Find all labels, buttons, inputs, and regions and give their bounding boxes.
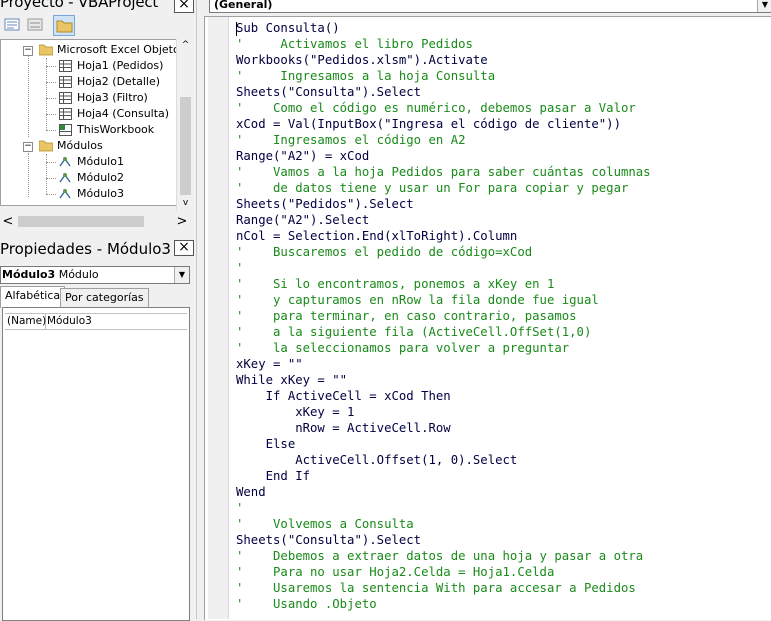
sheet-icon xyxy=(59,92,72,104)
scroll-down-icon[interactable]: v xyxy=(179,197,192,209)
code-line[interactable]: Range("A2") = xCod xyxy=(236,148,768,164)
code-line[interactable]: Sheets("Consulta").Select xyxy=(236,532,768,548)
properties-object-select[interactable]: Módulo3 Módulo ▼ xyxy=(0,266,190,284)
view-object-icon xyxy=(27,18,43,31)
property-value[interactable]: Módulo3 xyxy=(47,314,92,329)
object-combo[interactable]: (General) ▼ xyxy=(209,0,771,13)
code-comment-line[interactable]: ' para terminar, en caso contrario, pasa… xyxy=(236,308,768,324)
scroll-left-icon[interactable]: < xyxy=(2,213,14,230)
code-comment-line[interactable]: ' y capturamos en nRow la fila donde fue… xyxy=(236,292,768,308)
project-toolbar xyxy=(0,11,196,39)
sheet-icon xyxy=(59,60,72,72)
properties-close-button[interactable]: × xyxy=(174,240,194,256)
code-comment-line[interactable]: ' Usando .Objeto xyxy=(236,596,768,612)
code-line[interactable]: Sub Consulta() xyxy=(236,20,768,36)
folder-icon xyxy=(56,20,73,33)
code-comment-line[interactable]: ' Volvemos a Consulta xyxy=(236,516,768,532)
scroll-up-icon[interactable]: ^ xyxy=(179,39,192,51)
code-comment-line[interactable]: ' xyxy=(236,260,768,276)
code-line[interactable]: xCod = Val(InputBox("Ingresa el código d… xyxy=(236,116,768,132)
properties-pane-title: Propiedades - Módulo3 xyxy=(0,240,171,258)
code-comment-line[interactable]: ' xyxy=(236,500,768,516)
code-line[interactable]: Else xyxy=(236,436,768,452)
workbook-icon xyxy=(59,124,72,136)
code-line[interactable]: Sheets("Pedidos").Select xyxy=(236,196,768,212)
sheet-icon xyxy=(59,108,72,120)
code-comment-line[interactable]: ' Si lo encontramos, ponemos a xKey en 1 xyxy=(236,276,768,292)
code-comment-line[interactable]: ' Ingresamos el código en A2 xyxy=(236,132,768,148)
module-icon xyxy=(59,157,71,167)
code-line[interactable]: Wend xyxy=(236,484,768,500)
code-comment-line[interactable]: ' la seleccionamos para volver a pregunt… xyxy=(236,340,768,356)
tab-por-categorias[interactable]: Por categorías xyxy=(60,288,149,307)
expander-excel-objects[interactable]: − xyxy=(23,46,33,56)
property-name: (Name) xyxy=(7,314,47,329)
code-comment-line[interactable]: ' Vamos a la hoja Pedidos para saber cuá… xyxy=(236,164,768,180)
code-comment-line[interactable]: ' Ingresamos a la hoja Consulta xyxy=(236,68,768,84)
tree-vertical-scrollbar[interactable]: ^ v xyxy=(176,39,194,211)
tree-hscroll-thumb[interactable] xyxy=(18,216,144,227)
code-line[interactable]: If ActiveCell = xCod Then xyxy=(236,388,768,404)
code-line[interactable]: nRow = ActiveCell.Row xyxy=(236,420,768,436)
tab-alfabetica[interactable]: Alfabética xyxy=(0,286,66,308)
project-pane-title: Proyecto - VBAProject xyxy=(0,0,174,10)
code-line[interactable]: While xKey = "" xyxy=(236,372,768,388)
property-row-name[interactable]: (Name) Módulo3 xyxy=(5,313,187,330)
code-line[interactable]: Sheets("Consulta").Select xyxy=(236,84,768,100)
code-comment-line[interactable]: ' Activamos el libro Pedidos xyxy=(236,36,768,52)
view-object-button[interactable] xyxy=(25,15,45,34)
project-tree[interactable]: − Microsoft Excel Objetos Hoja1 (Pedidos… xyxy=(0,39,177,206)
code-comment-line[interactable]: ' Debemos a extraer datos de una hoja y … xyxy=(236,548,768,564)
module-icon xyxy=(59,173,71,183)
code-line[interactable]: nCol = Selection.End(xlToRight).Column xyxy=(236,228,768,244)
code-margin-indicator-bar[interactable] xyxy=(208,17,229,619)
view-code-icon xyxy=(4,18,20,31)
text-cursor xyxy=(236,22,237,36)
object-select-name: Módulo3 xyxy=(2,268,56,281)
sheet-icon xyxy=(59,76,72,88)
code-editor[interactable]: Sub Consulta() ' Activamos el libro Pedid… xyxy=(236,20,768,612)
view-code-button[interactable] xyxy=(2,15,22,34)
folder-icon xyxy=(39,44,53,56)
code-line[interactable]: xKey = "" xyxy=(236,356,768,372)
code-line[interactable]: xKey = 1 xyxy=(236,404,768,420)
properties-grid: (Name) Módulo3 xyxy=(2,307,190,621)
module-icon xyxy=(59,189,71,199)
scroll-right-icon[interactable]: > xyxy=(176,213,188,230)
code-line[interactable]: End If xyxy=(236,468,768,484)
chevron-down-icon[interactable]: ▼ xyxy=(757,0,771,12)
code-comment-line[interactable]: ' Para no usar Hoja2.Celda = Hoja1.Celda xyxy=(236,564,768,580)
chevron-down-icon[interactable]: ▼ xyxy=(174,267,189,283)
tree-vscroll-thumb[interactable] xyxy=(180,97,191,195)
folder-icon xyxy=(39,140,53,152)
object-select-type: Módulo xyxy=(58,268,99,281)
code-comment-line[interactable]: ' Buscaremos el pedido de código=xCod xyxy=(236,244,768,260)
tree-horizontal-scrollbar[interactable]: < > xyxy=(0,213,193,230)
code-line[interactable]: Range("A2").Select xyxy=(236,212,768,228)
code-comment-line[interactable]: ' a la siguiente fila (ActiveCell.OffSet… xyxy=(236,324,768,340)
code-comment-line[interactable]: ' Usaremos la sentencia With para accesa… xyxy=(236,580,768,596)
code-line[interactable]: ActiveCell.Offset(1, 0).Select xyxy=(236,452,768,468)
expander-modules[interactable]: − xyxy=(23,142,33,152)
object-combo-value: (General) xyxy=(214,0,273,11)
code-line[interactable]: Workbooks("Pedidos.xlsm").Activate xyxy=(236,52,768,68)
toggle-folders-button[interactable] xyxy=(53,15,75,36)
code-comment-line[interactable]: ' de datos tiene y usar un For para copi… xyxy=(236,180,768,196)
code-comment-line[interactable]: ' Como el código es numérico, debemos pa… xyxy=(236,100,768,116)
